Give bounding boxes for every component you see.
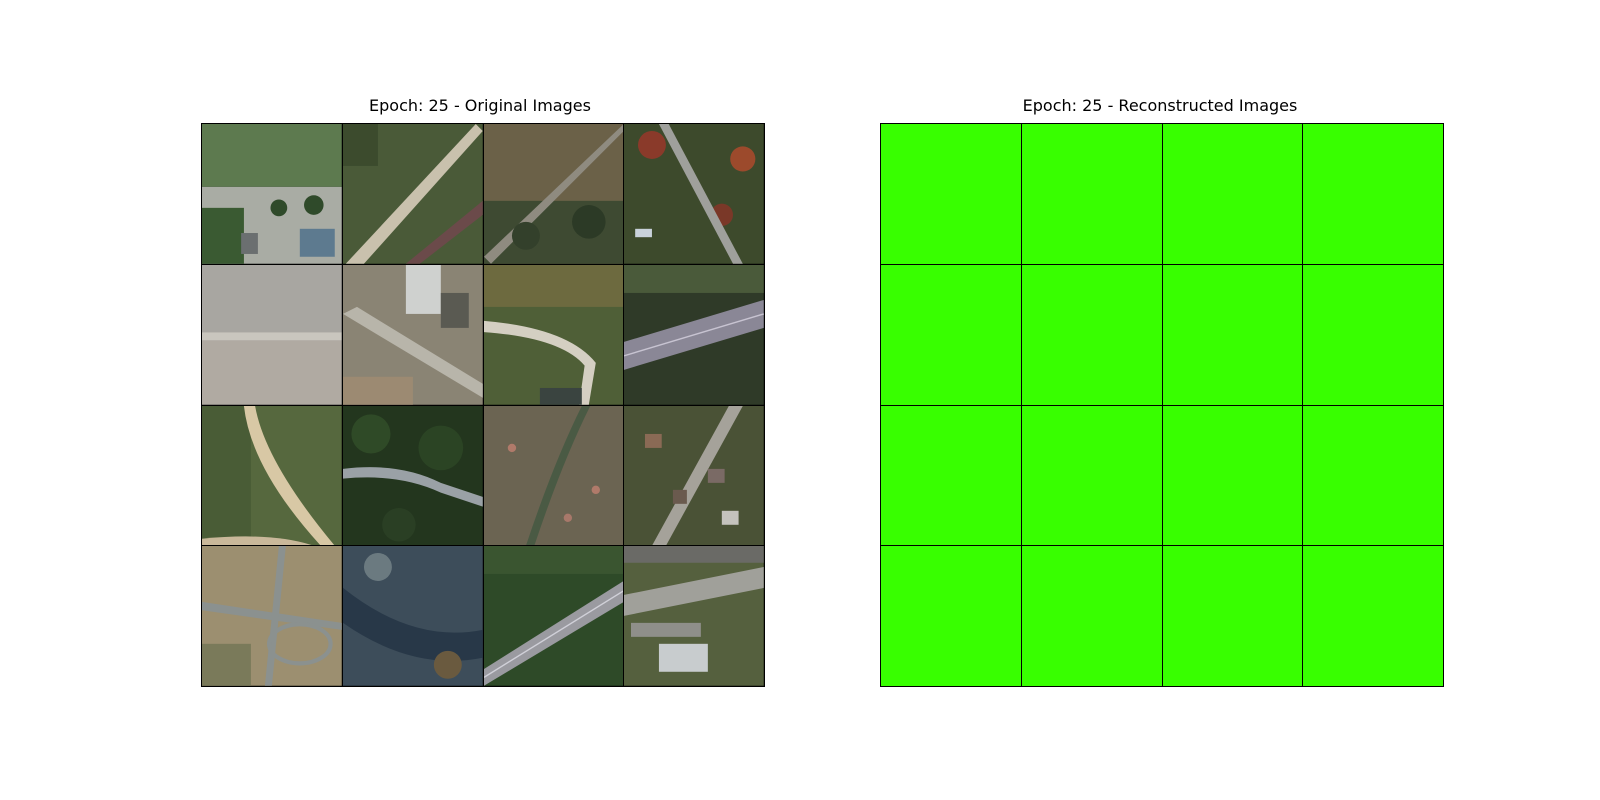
reconstructed-tile — [1162, 124, 1303, 264]
image-tile-curved-road — [483, 264, 624, 405]
image-tile-plowed-field — [202, 264, 342, 405]
image-tile-highway-forest — [624, 264, 764, 405]
reconstructed-tile — [1303, 124, 1443, 264]
image-tile-forest-trail — [483, 124, 624, 264]
image-tile-diagonal-road — [342, 124, 483, 264]
reconstructed-tile — [881, 405, 1021, 546]
image-tile-residential — [624, 405, 764, 546]
reconstructed-tile — [1162, 546, 1303, 686]
image-tile-dirt-road-field — [202, 405, 342, 546]
image-tile-highway-green — [483, 546, 624, 686]
reconstructed-tile — [1162, 405, 1303, 546]
reconstructed-tile — [1162, 264, 1303, 405]
reconstructed-tile — [1021, 264, 1162, 405]
reconstructed-tile — [1303, 546, 1443, 686]
reconstructed-tile — [881, 546, 1021, 686]
reconstructed-tile — [881, 124, 1021, 264]
reconstructed-images-grid — [880, 123, 1444, 687]
reconstructed-tile — [881, 264, 1021, 405]
image-tile-rural-crossroads — [202, 546, 342, 686]
reconstructed-tile — [1021, 546, 1162, 686]
reconstructed-tile — [1021, 405, 1162, 546]
image-tile-farm-buildings — [202, 124, 342, 264]
image-tile-autumn-forest — [624, 124, 764, 264]
reconstructed-tile — [1021, 124, 1162, 264]
reconstructed-tile — [1303, 264, 1443, 405]
original-images-grid — [201, 123, 765, 687]
reconstructed-images-title: Epoch: 25 - Reconstructed Images — [1022, 96, 1298, 115]
reconstructed-tile — [1303, 405, 1443, 546]
image-tile-dense-forest — [342, 405, 483, 546]
image-tile-industrial-road — [342, 264, 483, 405]
image-tile-parking-highway — [624, 546, 764, 686]
image-tile-river-forest — [342, 546, 483, 686]
image-tile-sparse-woods — [483, 405, 624, 546]
original-images-title: Epoch: 25 - Original Images — [369, 96, 591, 115]
